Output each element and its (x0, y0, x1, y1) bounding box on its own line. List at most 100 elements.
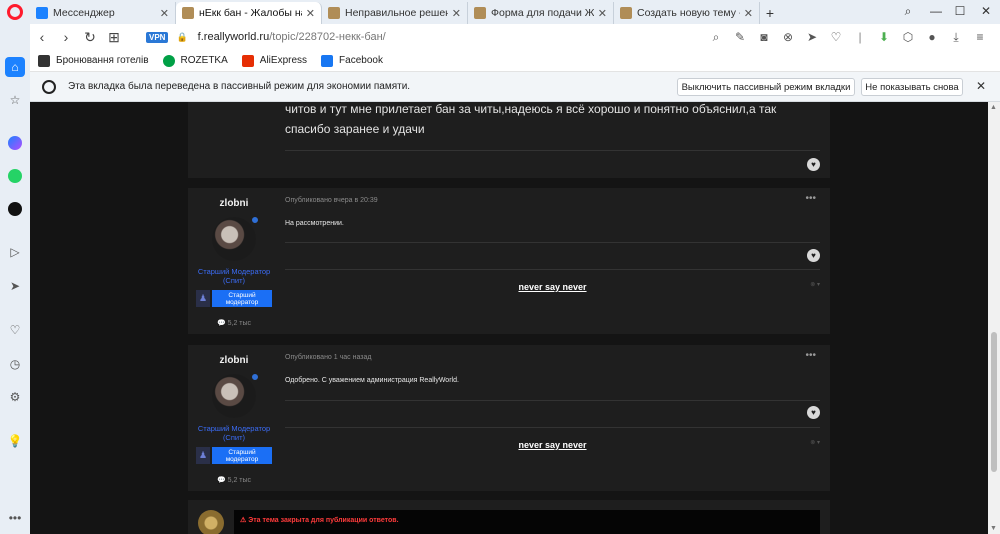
like-button[interactable]: ♥ (807, 249, 820, 262)
tab-close-icon[interactable]: ✕ (744, 7, 753, 20)
tab-strip: Мессенджер ✕ нЕкк бан - Жалобы на Адм ✕ … (0, 0, 1000, 24)
author-username[interactable]: zlobni (188, 198, 280, 209)
url-field[interactable]: f.reallyworld.ru/topic/228702-некк-бан/ (198, 31, 386, 43)
sidebar-whatsapp-button[interactable] (5, 166, 25, 186)
closed-notice-text: ⚠ Эта тема закрыта для публикации ответо… (240, 517, 399, 524)
bookmark-aliexpress[interactable]: AliExpress (241, 54, 307, 67)
downloads-icon[interactable]: ⤓ (944, 30, 968, 45)
opera-o-icon (42, 79, 56, 94)
avatar[interactable] (212, 215, 260, 261)
infobar-close-icon[interactable]: ✕ (976, 79, 986, 93)
post-text: На рассмотрении. (285, 220, 344, 227)
send-icon[interactable]: ➤ (800, 30, 824, 44)
bookmark-facebook[interactable]: Facebook (321, 54, 383, 67)
post-options-button[interactable]: ••• (805, 350, 816, 361)
tab-messenger[interactable]: Мессенджер ✕ (30, 2, 176, 24)
rozetka-icon (162, 54, 175, 67)
booking-icon (38, 54, 50, 67)
post-text: Одобрено. С уважением администрация Real… (285, 377, 459, 384)
topic-closed-block: ⚠ Эта тема закрыта для публикации ответо… (188, 500, 830, 534)
messenger-icon (8, 136, 22, 150)
post-date[interactable]: Опубликовано 1 час назад (285, 354, 371, 361)
new-tab-button[interactable]: + (760, 2, 780, 24)
signature-toggle-icon[interactable]: ⊗ ▾ (810, 439, 820, 446)
edit-icon[interactable]: ✎ (728, 30, 752, 44)
sidebar-speed-dial-button[interactable]: ☆ (5, 90, 25, 110)
maximize-button[interactable]: ☐ (946, 0, 974, 22)
sidebar-player-button[interactable]: ▷ (5, 242, 25, 262)
url-domain: f.reallyworld.ru (197, 31, 270, 43)
aliexpress-icon (241, 54, 254, 67)
lock-icon[interactable]: 🔒 (176, 32, 187, 43)
page-scrollbar[interactable]: ▲ ▼ (988, 102, 1000, 534)
passive-mode-infobar: Эта вкладка была переведена в пассивный … (30, 72, 1000, 102)
tab-close-icon[interactable]: ✕ (452, 7, 461, 20)
whatsapp-icon (8, 169, 22, 183)
forum-page: читов и тут мне прилетает бан за читы,на… (30, 102, 988, 534)
post-divider (285, 242, 820, 243)
post-options-button[interactable]: ••• (805, 193, 816, 204)
reputation-count: 💬 5,2 тыс (216, 320, 252, 327)
download-arrow-icon[interactable]: ⬇ (872, 30, 896, 44)
scrollbar-thumb[interactable] (991, 332, 997, 472)
tab-close-icon[interactable]: ✕ (160, 7, 169, 20)
sidebar-settings-button[interactable]: ⚙ (5, 387, 25, 407)
reload-button[interactable]: ↻ (78, 29, 102, 46)
divider: | (858, 30, 862, 44)
reputation-count: 💬 5,2 тыс (216, 477, 252, 484)
dont-show-again-button[interactable]: Не показывать снова (861, 78, 963, 96)
sidebar-favorites-button[interactable]: ♡ (5, 320, 25, 340)
sidebar-more-button[interactable]: ••• (5, 508, 25, 528)
tab-complaint-form[interactable]: Форма для подачи Жалоб ✕ (468, 2, 614, 24)
opera-menu-button[interactable] (0, 0, 30, 24)
rank-icon: ♟ (196, 447, 210, 464)
back-button[interactable]: ‹ (30, 29, 54, 45)
avatar (198, 510, 224, 534)
scroll-up-icon[interactable]: ▲ (990, 104, 997, 111)
reallyworld-favicon-icon (328, 7, 340, 19)
post-divider (285, 150, 820, 151)
address-bar-row: ‹ › ↻ ⊞ VPN 🔒 f.reallyworld.ru/topic/228… (30, 24, 1000, 50)
tab-close-icon[interactable]: ✕ (598, 7, 607, 20)
scroll-down-icon[interactable]: ▼ (990, 525, 997, 532)
sidebar-history-button[interactable]: ◷ (5, 354, 25, 374)
camera-icon[interactable]: ◙ (752, 30, 776, 44)
vpn-badge[interactable]: VPN (146, 31, 169, 43)
block-icon[interactable]: ⊗ (776, 30, 800, 44)
tab-nekk-ban[interactable]: нЕкк бан - Жалобы на Адм ✕ (176, 2, 322, 24)
forward-button[interactable]: › (54, 29, 78, 45)
sidebar-send-button[interactable]: ➤ (5, 276, 25, 296)
sidebar-tips-button[interactable]: 💡 (5, 431, 25, 451)
post-zlobni-1: zlobni Старший Модератор (Спит) ♟ Старший … (188, 188, 830, 334)
close-window-button[interactable]: ✕ (972, 0, 1000, 22)
post-zlobni-2: zlobni Старший Модератор (Спит) ♟ Старший … (188, 345, 830, 491)
like-button[interactable]: ♥ (807, 158, 820, 171)
signature-toggle-icon[interactable]: ⊗ ▾ (810, 281, 820, 288)
online-badge-icon (250, 215, 260, 225)
menu-icon[interactable]: ≡ (968, 30, 992, 44)
author-username[interactable]: zlobni (188, 355, 280, 366)
infobar-message: Эта вкладка была переведена в пассивный … (68, 81, 411, 92)
sidebar-home-button[interactable]: ⌂ (5, 57, 25, 77)
sidebar-messenger-button[interactable] (5, 133, 25, 153)
avatar[interactable] (212, 372, 260, 418)
rank-icon: ♟ (196, 290, 210, 307)
search-icon[interactable]: ⌕ (704, 30, 728, 45)
sidebar-tiktok-button[interactable] (5, 199, 25, 219)
tab-create-topic[interactable]: Создать новую тему - Rea ✕ (614, 2, 760, 24)
tab-wrong-decision[interactable]: Неправильное решение а ✕ (322, 2, 468, 24)
tab-search-button[interactable]: ⌕ (894, 0, 922, 22)
like-button[interactable]: ♥ (807, 406, 820, 419)
heart-icon[interactable]: ♡ (824, 30, 848, 44)
avatar-icon[interactable]: ● (920, 30, 944, 44)
tab-close-icon[interactable]: ✕ (306, 7, 315, 20)
closed-notice-box: ⚠ Эта тема закрыта для публикации ответо… (234, 510, 820, 534)
post-signature: never say never (518, 282, 587, 292)
tabs-grid-button[interactable]: ⊞ (102, 29, 126, 46)
disable-passive-mode-button[interactable]: Выключить пассивный режим вкладки (677, 78, 855, 96)
cube-icon[interactable]: ⬡ (896, 30, 920, 44)
post-date[interactable]: Опубликовано вчера в 20:39 (285, 197, 378, 204)
bookmark-hotels[interactable]: Бронювання готелів (38, 54, 149, 67)
reallyworld-favicon-icon (620, 7, 632, 19)
bookmark-rozetka[interactable]: ROZETKA (162, 54, 228, 67)
